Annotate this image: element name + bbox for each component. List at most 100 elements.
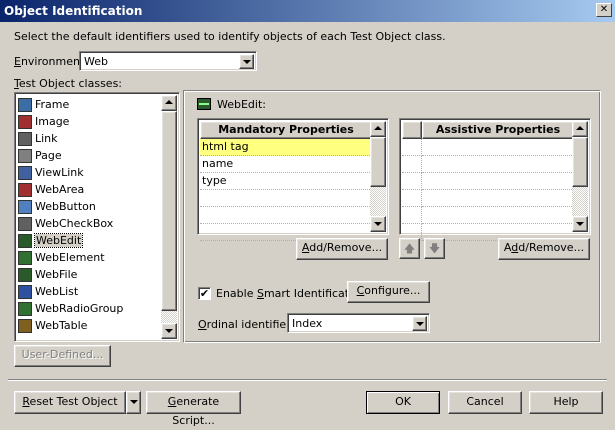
class-item-label: WebArea <box>35 183 85 196</box>
move-down-button[interactable]: 🡇 <box>424 238 445 259</box>
mandatory-row[interactable] <box>200 207 372 224</box>
assistive-row-order[interactable] <box>402 139 422 156</box>
scroll-down-button[interactable] <box>161 323 177 339</box>
scroll-thumb[interactable] <box>161 111 177 311</box>
ordinal-dropdown-button[interactable] <box>412 316 427 331</box>
classes-list[interactable]: Frame Image Link Page ViewLink WebArea WebButt… <box>14 92 180 342</box>
class-item-webtable[interactable]: WebTable <box>18 317 162 334</box>
user-defined-button[interactable]: User-Defined... <box>14 345 111 367</box>
class-item-page[interactable]: Page <box>18 147 162 164</box>
scroll-up-button[interactable] <box>161 95 177 111</box>
class-item-viewlink[interactable]: ViewLink <box>18 164 162 181</box>
class-item-webedit[interactable]: WebEdit <box>18 232 162 249</box>
chevron-down-icon <box>129 400 138 404</box>
scroll-up-icon <box>165 100 173 104</box>
webtable-icon <box>18 318 32 333</box>
class-item-label: WebFile <box>35 268 78 281</box>
mandatory-row[interactable]: html tag <box>200 139 372 156</box>
environment-label: Environment: <box>14 55 88 68</box>
ok-button[interactable]: OK <box>366 391 440 414</box>
class-item-label: ViewLink <box>35 166 84 179</box>
assistive-row[interactable] <box>422 139 574 156</box>
class-item-label: Link <box>35 132 58 145</box>
assistive-header[interactable]: Assistive Properties <box>422 121 574 139</box>
move-up-button[interactable]: 🡅 <box>399 238 420 259</box>
intro-text: Select the default identifiers used to i… <box>14 30 446 43</box>
chevron-down-icon <box>242 60 251 64</box>
class-item-frame[interactable]: Frame <box>18 96 162 113</box>
environment-value: Web <box>84 55 108 68</box>
configure-button[interactable]: Configure... <box>347 281 430 303</box>
class-item-weblist[interactable]: WebList <box>18 283 162 300</box>
class-item-label: WebCheckBox <box>35 217 114 230</box>
assistive-order-header[interactable] <box>402 121 422 139</box>
assistive-row[interactable] <box>422 190 574 207</box>
class-item-webarea[interactable]: WebArea <box>18 181 162 198</box>
environment-dropdown-button[interactable] <box>239 54 254 69</box>
help-button[interactable]: Help <box>529 391 603 414</box>
checkmark-icon: ✔ <box>199 287 210 300</box>
assistive-row-order[interactable] <box>402 190 422 207</box>
mandatory-row[interactable] <box>200 190 372 207</box>
class-item-link[interactable]: Link <box>18 130 162 147</box>
scroll-down-button[interactable] <box>370 216 386 232</box>
mandatory-scrollbar[interactable] <box>370 121 386 232</box>
mandatory-header[interactable]: Mandatory Properties <box>200 121 372 139</box>
webelement-icon <box>18 250 32 265</box>
webedit-icon <box>197 98 211 110</box>
webcheckbox-icon <box>18 216 32 231</box>
assistive-grid[interactable]: Assistive Properties <box>399 118 591 241</box>
webradiogroup-icon <box>18 301 32 316</box>
class-item-webelement[interactable]: WebElement <box>18 249 162 266</box>
environment-select[interactable]: Web <box>79 51 257 71</box>
webbutton-icon <box>18 199 32 214</box>
mandatory-grid[interactable]: Mandatory Properties html tag name type <box>197 118 389 241</box>
scroll-down-button[interactable] <box>572 216 588 232</box>
assistive-scrollbar[interactable] <box>572 121 588 232</box>
class-item-label: WebElement <box>35 251 105 264</box>
class-item-webcheckbox[interactable]: WebCheckBox <box>18 215 162 232</box>
mandatory-row[interactable]: type <box>200 173 372 190</box>
smart-identification-label: Enable Smart Identification <box>216 287 366 300</box>
scroll-up-button[interactable] <box>370 121 386 137</box>
smart-identification-checkbox[interactable]: ✔ <box>198 287 211 300</box>
class-item-webbutton[interactable]: WebButton <box>18 198 162 215</box>
mandatory-add-remove-button[interactable]: Add/Remove... <box>296 238 388 260</box>
webarea-icon <box>18 182 32 197</box>
class-item-image[interactable]: Image <box>18 113 162 130</box>
class-item-label: WebRadioGroup <box>35 302 124 315</box>
scroll-down-icon <box>374 222 382 226</box>
close-button[interactable]: ✕ <box>596 3 612 17</box>
scroll-up-button[interactable] <box>572 121 588 137</box>
assistive-row[interactable] <box>422 207 574 224</box>
assistive-row-order[interactable] <box>402 173 422 190</box>
class-item-label: Page <box>35 149 62 162</box>
reset-test-object-button[interactable]: Reset Test Object <box>14 391 126 414</box>
class-item-webradiogroup[interactable]: WebRadioGroup <box>18 300 162 317</box>
webfile-icon <box>18 267 32 282</box>
classes-label: Test Object classes: <box>14 77 123 90</box>
reset-dropdown-button[interactable] <box>126 391 141 414</box>
link-icon <box>18 131 32 146</box>
footer-separator <box>8 379 607 381</box>
class-item-label: WebEdit <box>33 233 84 248</box>
class-item-label: WebTable <box>35 319 88 332</box>
mandatory-row[interactable]: name <box>200 156 372 173</box>
arrow-down-icon: 🡇 <box>428 242 441 255</box>
ordinal-value: Index <box>292 317 323 330</box>
assistive-row[interactable] <box>422 173 574 190</box>
ordinal-select[interactable]: Index <box>287 313 430 333</box>
class-item-webfile[interactable]: WebFile <box>18 266 162 283</box>
page-icon <box>18 148 32 163</box>
assistive-add-remove-button[interactable]: Add/Remove... <box>498 238 590 260</box>
scroll-thumb[interactable] <box>370 137 386 187</box>
cancel-button[interactable]: Cancel <box>448 391 522 414</box>
scroll-thumb[interactable] <box>572 137 588 187</box>
classes-scrollbar[interactable] <box>161 95 177 339</box>
assistive-row-order[interactable] <box>402 207 422 224</box>
generate-script-button[interactable]: Generate Script... <box>146 391 241 427</box>
assistive-row-order[interactable] <box>402 156 422 173</box>
ordinal-label: Ordinal identifier: <box>198 318 295 331</box>
window-title: Object Identification <box>4 4 143 18</box>
assistive-row[interactable] <box>422 156 574 173</box>
